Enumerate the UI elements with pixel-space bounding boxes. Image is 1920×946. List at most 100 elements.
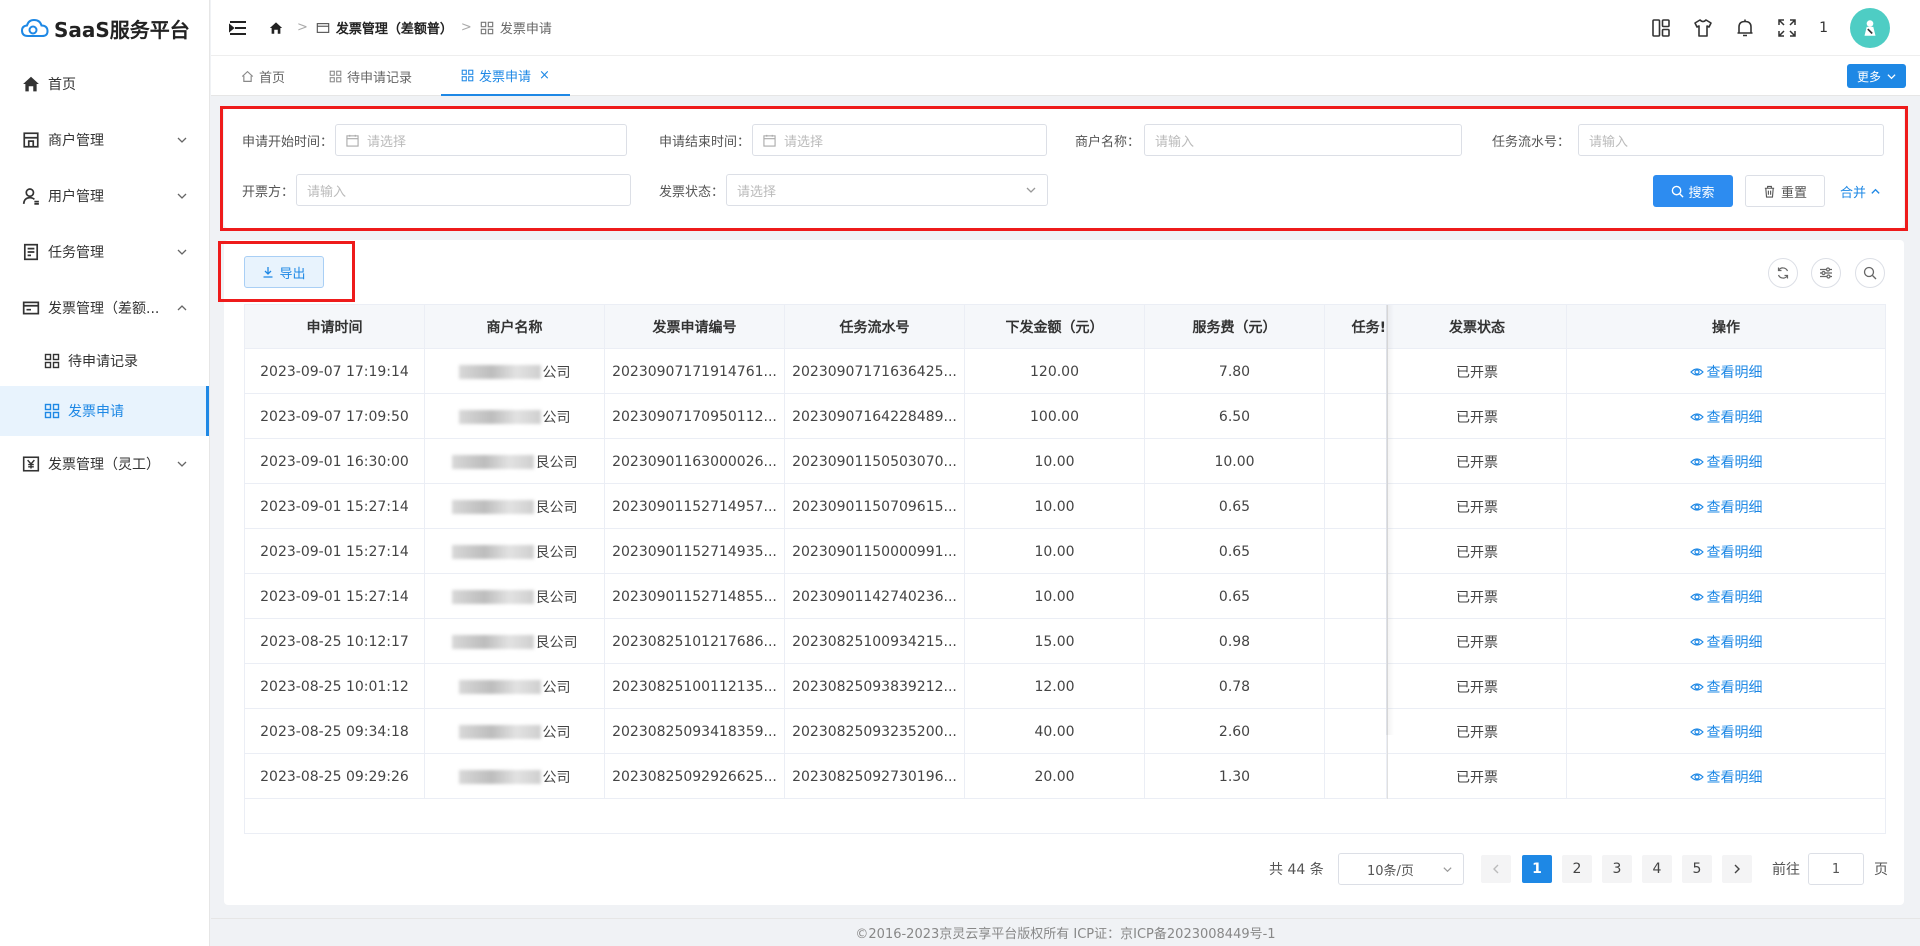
home-icon[interactable] — [269, 21, 283, 35]
column-header: 下发金额（元） — [965, 305, 1145, 349]
goto-page-input[interactable]: 1 — [1808, 853, 1864, 885]
tab-invoice-apply[interactable]: 发票申请 × — [441, 56, 570, 96]
merchant-name-tail: 艮公司 — [535, 454, 578, 471]
redacted-merchant-name — [451, 589, 534, 604]
view-detail-link[interactable]: 查看明细 — [1689, 632, 1763, 652]
column-settings-button[interactable] — [1811, 258, 1841, 288]
cell-merchant: 艮公司 — [425, 619, 605, 664]
hamburger-icon[interactable] — [229, 20, 247, 36]
sidebar-subitem-pending[interactable]: 待申请记录 — [0, 336, 209, 386]
sidebar-item-label: 商户管理 — [48, 133, 104, 149]
view-detail-link[interactable]: 查看明细 — [1689, 722, 1763, 742]
top-header: > 发票管理（差额普） > 发票申请 1 — [211, 0, 1920, 56]
sidebar-item-invoice-flex[interactable]: 发票管理（灵工） — [0, 436, 209, 492]
cell-merchant: 公司 — [425, 664, 605, 709]
cell-apply-no: 20230901152714935... — [605, 529, 785, 574]
avatar-figure-icon — [1864, 20, 1876, 36]
cell-action: 查看明细 — [1567, 664, 1885, 709]
cell-amount: 10.00 — [965, 574, 1145, 619]
layout-icon[interactable] — [1651, 18, 1671, 38]
sidebar-item-merchant[interactable]: 商户管理 — [0, 112, 209, 168]
view-detail-label: 查看明细 — [1706, 679, 1763, 696]
sidebar-item-label: 用户管理 — [48, 189, 104, 205]
app-title: SaaS服务平台 — [54, 17, 190, 42]
cell-apply-no: 20230901152714855... — [605, 574, 785, 619]
page-button[interactable]: 4 — [1642, 855, 1672, 883]
fixed-column-shadow — [1386, 305, 1394, 735]
view-detail-label: 查看明细 — [1706, 454, 1763, 471]
cell-status: 已开票 — [1387, 619, 1567, 664]
avatar[interactable] — [1850, 8, 1890, 48]
tab-pending[interactable]: 待申请记录 — [329, 56, 412, 96]
cell-status: 已开票 — [1387, 754, 1567, 799]
breadcrumb-separator: > — [297, 20, 308, 35]
cell-task-no: 20230901150503070... — [785, 439, 965, 484]
view-detail-link[interactable]: 查看明细 — [1689, 497, 1763, 517]
sidebar-item-task[interactable]: 任务管理 — [0, 224, 209, 280]
page-button[interactable]: 1 — [1522, 855, 1552, 883]
cell-status: 已开票 — [1387, 349, 1567, 394]
tab-home[interactable]: 首页 — [241, 56, 285, 96]
eye-icon — [1689, 682, 1704, 691]
view-detail-link[interactable]: 查看明细 — [1689, 407, 1763, 427]
merchant-name-tail: 公司 — [542, 724, 571, 741]
view-detail-link[interactable]: 查看明细 — [1689, 767, 1763, 787]
cell-status: 已开票 — [1387, 394, 1567, 439]
sidebar-item-label: 发票管理（灵工） — [48, 457, 160, 473]
cell-task-no: 20230825093839212... — [785, 664, 965, 709]
bell-icon[interactable] — [1735, 18, 1755, 38]
breadcrumb-item[interactable]: 发票管理（差额普） — [336, 18, 453, 37]
sidebar-subitem-invoice-apply[interactable]: 发票申请 — [0, 386, 209, 436]
cell-amount: 12.00 — [965, 664, 1145, 709]
next-page-button[interactable] — [1722, 855, 1752, 883]
page-size-select[interactable]: 10条/页 — [1338, 853, 1464, 885]
view-detail-link[interactable]: 查看明细 — [1689, 677, 1763, 697]
page-button[interactable]: 3 — [1602, 855, 1632, 883]
task-icon — [23, 243, 39, 261]
cell-apply-no: 20230825100112135... — [605, 664, 785, 709]
fullscreen-icon[interactable] — [1777, 18, 1797, 38]
refresh-button[interactable] — [1768, 258, 1798, 288]
cell-amount: 10.00 — [965, 439, 1145, 484]
view-detail-label: 查看明细 — [1706, 409, 1763, 426]
cell-merchant: 艮公司 — [425, 574, 605, 619]
column-header: 服务费（元） — [1145, 305, 1325, 349]
page-size-value: 10条/页 — [1367, 863, 1414, 879]
column-header: 任务! — [1325, 305, 1387, 349]
shirt-icon[interactable] — [1693, 18, 1713, 38]
sidebar-item-user[interactable]: 用户管理 — [0, 168, 209, 224]
view-detail-link[interactable]: 查看明细 — [1689, 587, 1763, 607]
chevron-down-icon — [177, 193, 187, 199]
column-header: 操作 — [1712, 320, 1740, 336]
column-header: 申请时间 — [245, 305, 425, 349]
sidebar-item-invoice-diff[interactable]: 发票管理（差额... — [0, 280, 209, 336]
cell-fee: 0.98 — [1145, 619, 1325, 664]
merchant-name-tail: 艮公司 — [535, 634, 578, 651]
prev-page-button[interactable] — [1481, 855, 1511, 883]
merchant-name-tail: 艮公司 — [535, 499, 578, 516]
cell-time: 2023-09-01 15:27:14 — [245, 529, 425, 574]
page-button[interactable]: 5 — [1682, 855, 1712, 883]
view-detail-label: 查看明细 — [1706, 589, 1763, 606]
tab-close-icon[interactable]: × — [539, 68, 550, 83]
view-detail-link[interactable]: 查看明细 — [1689, 542, 1763, 562]
app-logo[interactable]: SaaS服务平台 — [0, 0, 209, 56]
page-button[interactable]: 2 — [1562, 855, 1592, 883]
sliders-icon — [1820, 267, 1832, 279]
eye-icon — [1689, 547, 1704, 556]
view-detail-link[interactable]: 查看明细 — [1689, 362, 1763, 382]
sidebar-item-home[interactable]: 首页 — [0, 56, 209, 112]
view-detail-link[interactable]: 查看明细 — [1689, 452, 1763, 472]
search-toggle-button[interactable] — [1855, 258, 1885, 288]
cell-amount: 15.00 — [965, 619, 1145, 664]
chevron-left-icon — [1493, 864, 1499, 874]
cell-merchant: 艮公司 — [425, 484, 605, 529]
cell-apply-no: 20230825101217686... — [605, 619, 785, 664]
grid-icon — [44, 353, 60, 369]
tab-label: 发票申请 — [479, 69, 532, 85]
merchant-name-tail: 公司 — [542, 364, 571, 381]
cell-amount: 10.00 — [965, 484, 1145, 529]
redacted-merchant-name — [458, 409, 541, 424]
goto-label-wrap: 前往 — [1772, 853, 1800, 885]
more-button[interactable]: 更多 — [1846, 64, 1906, 88]
